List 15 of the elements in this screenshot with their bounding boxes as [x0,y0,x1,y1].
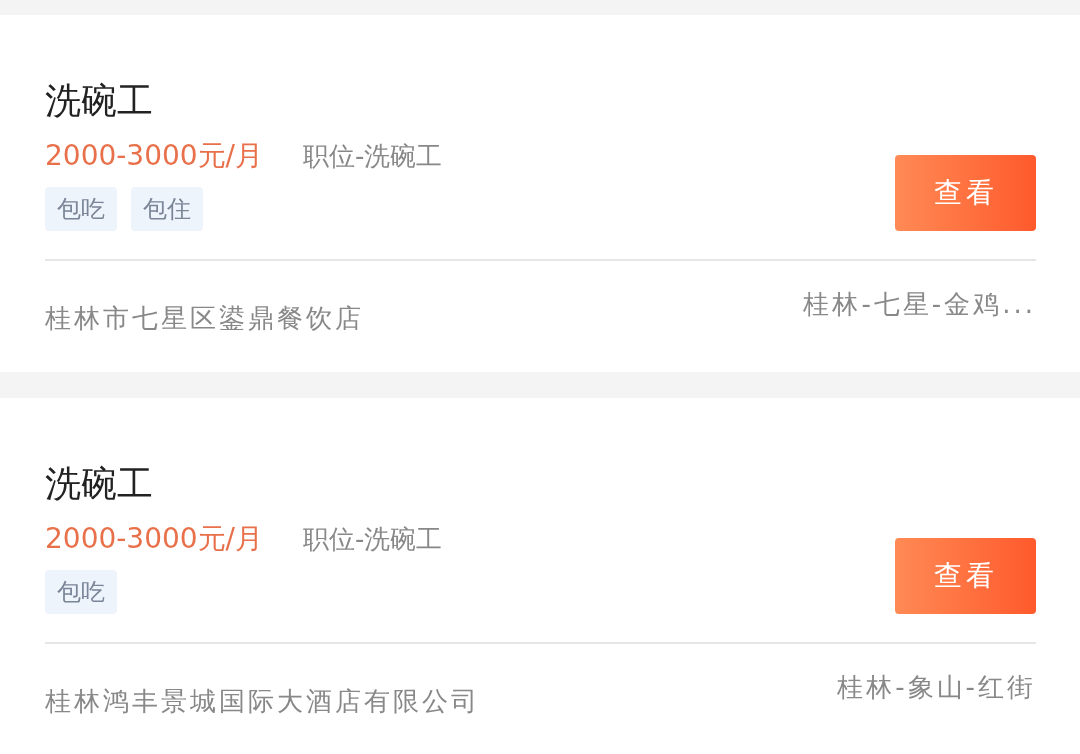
position-label: 职位-洗碗工 [303,523,443,556]
job-title: 洗碗工 [45,462,154,506]
salary: 2000-3000元/月 [45,521,264,557]
benefit-tag: 包住 [131,187,203,231]
location-label: 桂林-象山-红街 [837,671,1036,704]
benefit-tag: 包吃 [45,187,117,231]
job-card[interactable]: 洗碗工 2000-3000元/月 职位-洗碗工 包吃 包住 查看 桂林市七星区鍙鼎餐饮店 桂林-七星-金鸡... [0,15,1080,372]
salary: 2000-3000元/月 [45,138,264,174]
job-card[interactable]: 洗碗工 2000-3000元/月 职位-洗碗工 包吃 查看 桂林鸿丰景城国际大酒店有限公司 桂林-象山-红街 [0,398,1080,754]
company-name: 桂林市七星区鍙鼎餐饮店 [45,302,364,335]
benefit-tag: 包吃 [45,570,117,614]
company-name: 桂林鸿丰景城国际大酒店有限公司 [45,685,480,718]
location-label: 桂林-七星-金鸡... [803,288,1036,321]
position-label: 职位-洗碗工 [303,140,443,173]
job-title: 洗碗工 [45,79,154,123]
